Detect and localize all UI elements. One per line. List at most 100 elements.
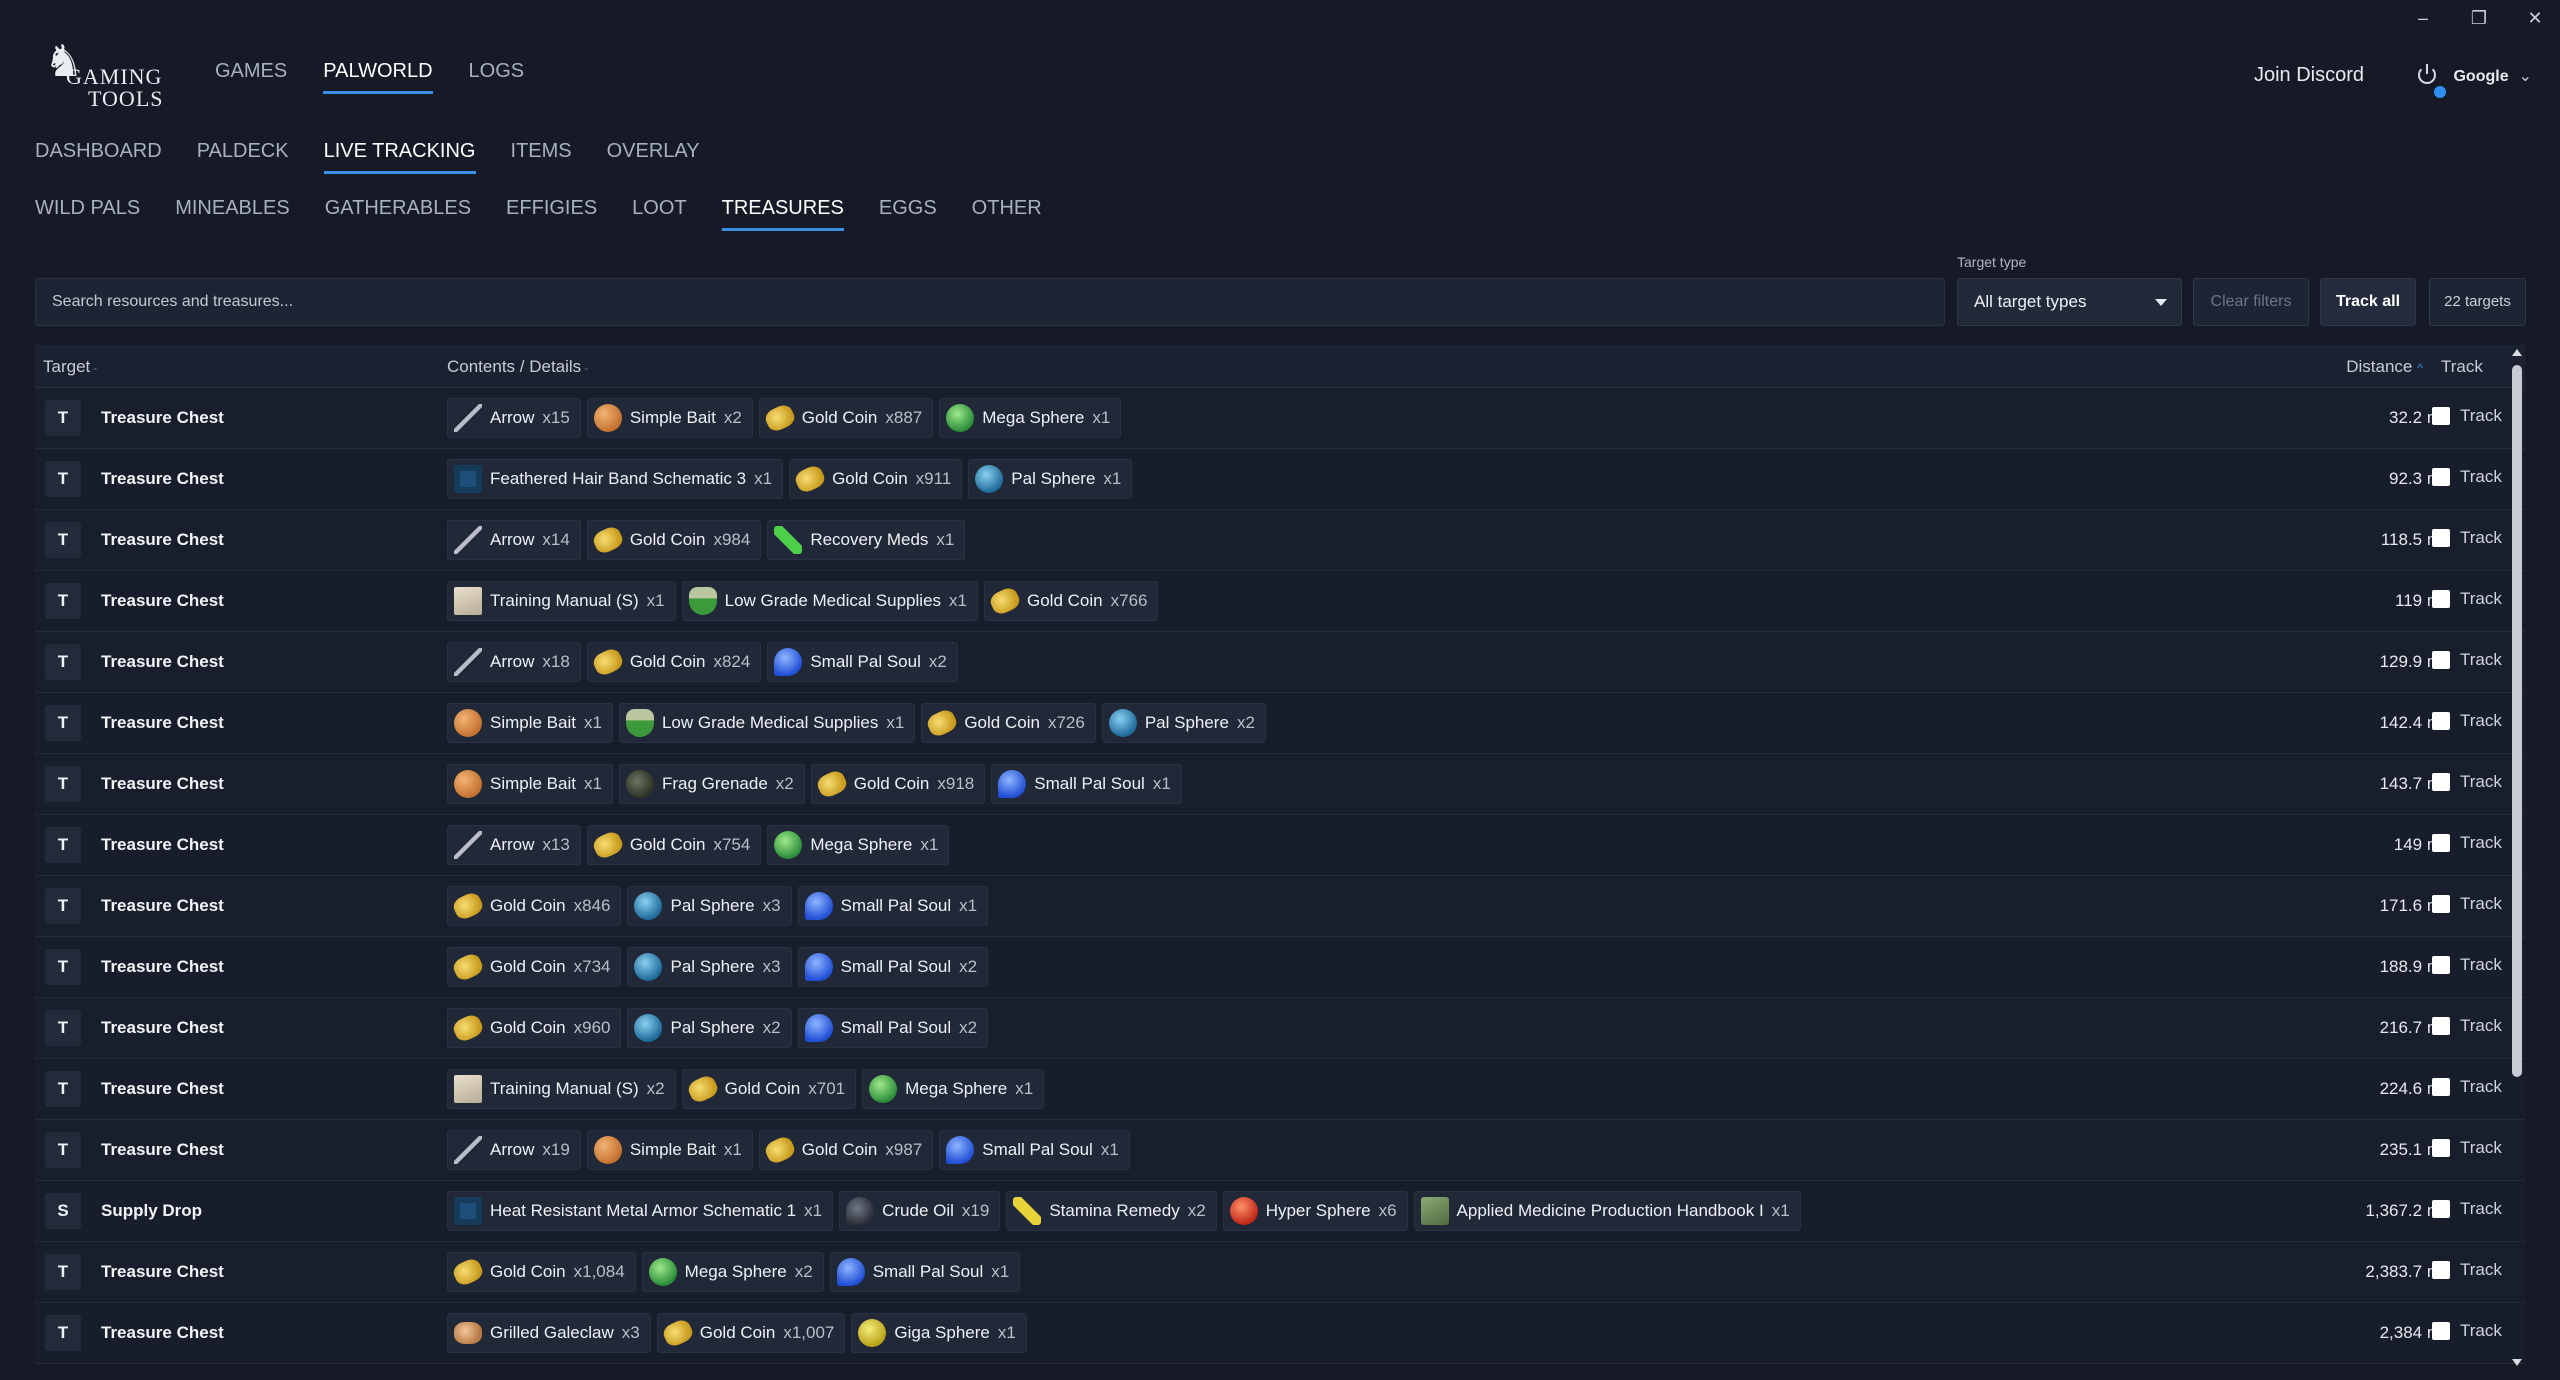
- table-row[interactable]: T Treasure Chest Training Manual (S) x1 Low …: [35, 571, 2525, 632]
- table-row[interactable]: T Treasure Chest Feathered Hair Band Schem…: [35, 449, 2525, 510]
- tab-overlay[interactable]: OVERLAY: [607, 140, 700, 174]
- supplies-icon: [688, 587, 717, 615]
- track-checkbox[interactable]: [2432, 1261, 2450, 1279]
- header-target[interactable]: Target -: [43, 357, 97, 377]
- track-checkbox[interactable]: [2432, 1200, 2450, 1218]
- tab-treasures[interactable]: TREASURES: [721, 197, 844, 231]
- track-toggle[interactable]: Track: [2432, 711, 2502, 731]
- nav-palworld[interactable]: PALWORLD: [323, 60, 433, 94]
- track-checkbox[interactable]: [2432, 712, 2450, 730]
- track-toggle[interactable]: Track: [2432, 528, 2502, 548]
- tab-items[interactable]: ITEMS: [511, 140, 572, 174]
- tab-eggs[interactable]: EGGS: [879, 197, 937, 231]
- tab-paldeck[interactable]: PALDECK: [197, 140, 289, 174]
- soul-icon: [946, 1136, 975, 1164]
- table-row[interactable]: T Treasure Chest Arrow x19 Simple Bait x1 Gold…: [35, 1120, 2525, 1181]
- close-icon[interactable]: ✕: [2524, 8, 2546, 29]
- track-checkbox[interactable]: [2432, 1322, 2450, 1340]
- track-toggle[interactable]: Track: [2432, 894, 2502, 914]
- track-toggle[interactable]: Track: [2432, 650, 2502, 670]
- track-checkbox[interactable]: [2432, 773, 2450, 791]
- target-type-select[interactable]: All target types: [1957, 278, 2182, 326]
- header-distance[interactable]: Distance ^: [2346, 357, 2423, 377]
- track-checkbox[interactable]: [2432, 651, 2450, 669]
- table-row[interactable]: T Treasure Chest Simple Bait x1 Low Grade Me…: [35, 693, 2525, 754]
- tab-live-tracking[interactable]: LIVE TRACKING: [323, 140, 476, 174]
- item-chip: Simple Bait x1: [586, 1130, 753, 1170]
- track-toggle[interactable]: Track: [2432, 772, 2502, 792]
- track-checkbox[interactable]: [2432, 956, 2450, 974]
- track-toggle[interactable]: Track: [2432, 833, 2502, 853]
- table-row[interactable]: T Treasure Chest Grilled Galeclaw x3 Gold Co…: [35, 1303, 2525, 1364]
- track-checkbox[interactable]: [2432, 407, 2450, 425]
- item-name: Frag Grenade: [661, 774, 768, 793]
- header-contents[interactable]: Contents / Details -: [447, 357, 588, 377]
- power-icon[interactable]: [2418, 64, 2446, 98]
- tab-effigies[interactable]: EFFIGIES: [506, 197, 597, 231]
- tab-wild-pals[interactable]: WILD PALS: [35, 197, 140, 231]
- bait-icon: [454, 770, 482, 798]
- tab-gatherables[interactable]: GATHERABLES: [325, 197, 471, 231]
- item-chip: Grilled Galeclaw x3: [447, 1313, 651, 1353]
- track-toggle[interactable]: Track: [2432, 955, 2502, 975]
- meds-icon: [774, 526, 803, 554]
- table-row[interactable]: T Treasure Chest Simple Bait x1 Frag Grenade…: [35, 754, 2525, 815]
- app-logo[interactable]: ♞ GAMING TOOLS: [44, 40, 163, 112]
- table-row[interactable]: T Treasure Chest Arrow x14 Gold Coin x984 Reco…: [35, 510, 2525, 571]
- track-toggle[interactable]: Track: [2432, 589, 2502, 609]
- track-checkbox[interactable]: [2432, 895, 2450, 913]
- track-all-button[interactable]: Track all: [2320, 278, 2416, 326]
- table-row[interactable]: S Supply Drop Heat Resistant Metal Armor S…: [35, 1181, 2525, 1242]
- item-name: Pal Sphere: [1011, 469, 1096, 488]
- nav-logs[interactable]: LOGS: [469, 60, 525, 94]
- item-name: Arrow: [490, 652, 535, 671]
- track-toggle[interactable]: Track: [2432, 406, 2502, 426]
- scrollbar[interactable]: [2509, 345, 2525, 1366]
- track-toggle[interactable]: Track: [2432, 467, 2502, 487]
- track-toggle[interactable]: Track: [2432, 1199, 2502, 1219]
- item-chip: Small Pal Soul x1: [991, 764, 1182, 804]
- table-row[interactable]: T Treasure Chest Gold Coin x734 Pal Sphere x3…: [35, 937, 2525, 998]
- track-checkbox[interactable]: [2432, 1017, 2450, 1035]
- track-checkbox[interactable]: [2432, 1139, 2450, 1157]
- track-toggle[interactable]: Track: [2432, 1138, 2502, 1158]
- clear-filters-button[interactable]: Clear filters: [2193, 278, 2309, 326]
- target-name: Treasure Chest: [101, 957, 224, 976]
- table-row[interactable]: T Treasure Chest Training Manual (S) x2 Gold…: [35, 1059, 2525, 1120]
- arrow-icon: [454, 1136, 482, 1164]
- item-quantity: x19: [542, 1140, 570, 1159]
- table-row[interactable]: T Treasure Chest Arrow x13 Gold Coin x754 Mega…: [35, 815, 2525, 876]
- minimize-icon[interactable]: –: [2412, 8, 2434, 29]
- coin-icon: [987, 585, 1023, 617]
- track-checkbox[interactable]: [2432, 468, 2450, 486]
- restore-icon[interactable]: ❐: [2468, 8, 2490, 29]
- pal-icon: [1108, 709, 1137, 737]
- tab-dashboard[interactable]: DASHBOARD: [35, 140, 162, 174]
- track-checkbox[interactable]: [2432, 590, 2450, 608]
- table-row[interactable]: T Treasure Chest Arrow x18 Gold Coin x824 Smal…: [35, 632, 2525, 693]
- tab-mineables[interactable]: MINEABLES: [175, 197, 289, 231]
- manual-icon: [454, 587, 482, 615]
- tab-loot[interactable]: LOOT: [632, 197, 686, 231]
- item-chip: Crude Oil x19: [839, 1191, 1001, 1231]
- join-discord-link[interactable]: Join Discord: [2254, 64, 2364, 87]
- tab-other[interactable]: OTHER: [972, 197, 1042, 231]
- track-checkbox[interactable]: [2432, 1078, 2450, 1096]
- item-chip: Mega Sphere x1: [939, 398, 1122, 438]
- table-row[interactable]: T Treasure Chest Gold Coin x846 Pal Sphere x3…: [35, 876, 2525, 937]
- track-checkbox[interactable]: [2432, 529, 2450, 547]
- item-quantity: x1: [1015, 1079, 1034, 1098]
- track-toggle[interactable]: Track: [2432, 1321, 2502, 1341]
- track-toggle[interactable]: Track: [2432, 1077, 2502, 1097]
- track-toggle[interactable]: Track: [2432, 1260, 2502, 1280]
- table-row[interactable]: T Treasure Chest Gold Coin x1,084 Mega Spher…: [35, 1242, 2525, 1303]
- table-row[interactable]: T Treasure Chest Gold Coin x960 Pal Sphere x2…: [35, 998, 2525, 1059]
- coin-icon: [660, 1317, 696, 1349]
- account-menu[interactable]: Google ⌄: [2453, 66, 2532, 86]
- track-checkbox[interactable]: [2432, 834, 2450, 852]
- table-row[interactable]: T Treasure Chest Arrow x15 Simple Bait x2 Gold…: [35, 388, 2525, 449]
- nav-games[interactable]: GAMES: [215, 60, 287, 94]
- track-toggle[interactable]: Track: [2432, 1016, 2502, 1036]
- target-type-badge: T: [45, 705, 81, 741]
- search-input[interactable]: Search resources and treasures...: [35, 278, 1945, 326]
